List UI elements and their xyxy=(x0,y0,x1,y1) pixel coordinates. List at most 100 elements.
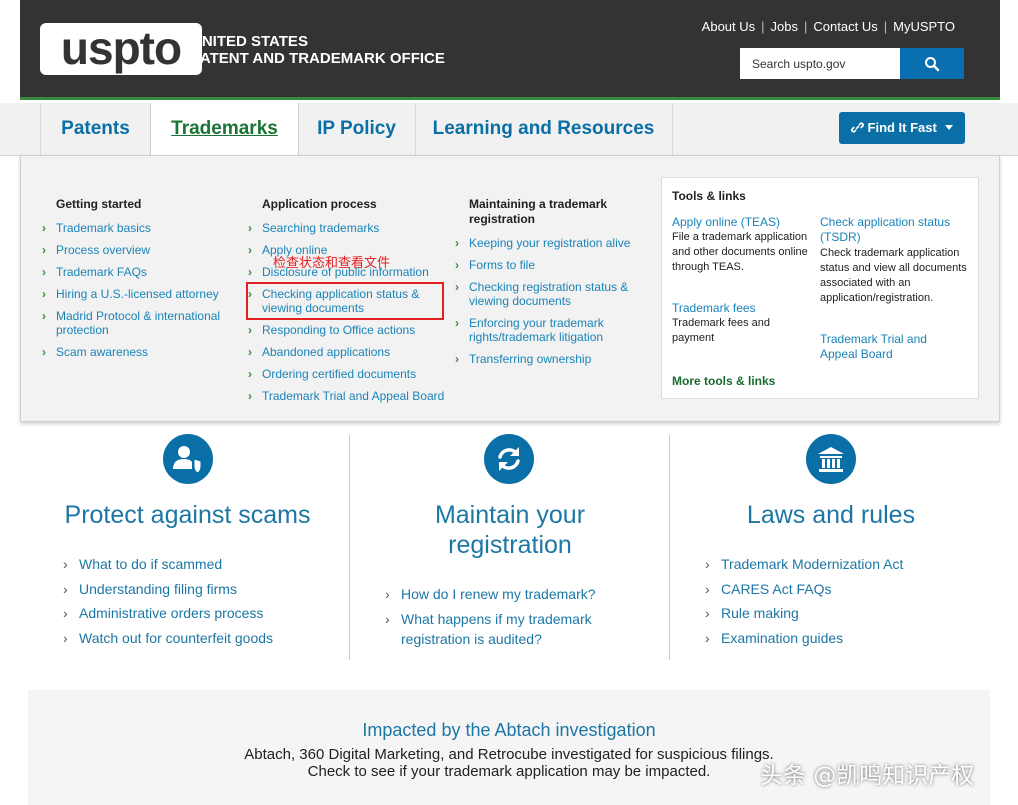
menu-link-checking-registration-status[interactable]: › Checking registration status & viewing … xyxy=(455,280,649,308)
ttab-tool-link[interactable]: Trademark Trial and Appeal Board xyxy=(820,332,950,362)
chevron-right-icon: › xyxy=(248,243,252,257)
trademark-fees-link[interactable]: Trademark fees xyxy=(672,301,756,316)
chevron-right-icon: › xyxy=(248,367,252,381)
trademarks-mega-menu: Getting started › Trademark basics › Proce… xyxy=(20,155,1000,422)
tab-trademarks[interactable]: Trademarks xyxy=(150,103,299,157)
site-header: uspto UNITED STATES PATENT AND TRADEMARK… xyxy=(20,0,1000,100)
chevron-right-icon: › xyxy=(248,345,252,359)
courthouse-icon xyxy=(806,434,856,484)
menu-link-process-overview[interactable]: › Process overview xyxy=(42,243,150,257)
tools-and-links-panel: Tools & links Apply online (TEAS) File a… xyxy=(661,177,979,399)
menu-link-madrid-protocol[interactable]: › Madrid Protocol & international protect… xyxy=(42,309,241,337)
chevron-right-icon: › xyxy=(705,556,710,572)
feature-link[interactable]: › Understanding filing firms xyxy=(63,579,237,599)
feature-link[interactable]: › How do I renew my trademark? xyxy=(385,584,596,604)
tab-ip-policy[interactable]: IP Policy xyxy=(298,103,416,156)
feature-link[interactable]: › Trademark Modernization Act xyxy=(705,554,903,574)
getting-started-heading: Getting started xyxy=(56,197,142,211)
tsdr-link[interactable]: Check application status (TSDR) xyxy=(820,215,970,245)
feature-link[interactable]: › CARES Act FAQs xyxy=(705,579,831,599)
agency-name[interactable]: UNITED STATES PATENT AND TRADEMARK OFFIC… xyxy=(191,33,445,67)
menu-link-keeping-registration[interactable]: › Keeping your registration alive xyxy=(455,236,630,250)
feature-title-maintain[interactable]: Maintain your registration xyxy=(385,500,635,560)
feature-link[interactable]: › What to do if scammed xyxy=(63,554,222,574)
application-process-heading: Application process xyxy=(262,197,377,211)
fees-description: Trademark fees and payment xyxy=(672,317,771,344)
find-it-fast-button[interactable]: Find It Fast xyxy=(839,112,965,144)
menu-link-responding-office-actions[interactable]: › Responding to Office actions xyxy=(248,323,415,337)
user-shield-icon xyxy=(163,434,213,484)
feature-link[interactable]: › Watch out for counterfeit goods xyxy=(63,628,273,648)
agency-line-1: UNITED STATES xyxy=(191,33,308,50)
tab-learning-resources[interactable]: Learning and Resources xyxy=(415,103,673,156)
logo-text: uspto xyxy=(60,22,182,74)
chevron-right-icon: › xyxy=(248,265,252,279)
chevron-right-icon: › xyxy=(248,389,252,403)
menu-link-enforcing-trademark[interactable]: › Enforcing your trademark rights/tradema… xyxy=(455,316,629,344)
teas-description: File a trademark application and other d… xyxy=(672,231,808,273)
chevron-right-icon: › xyxy=(63,605,68,621)
teas-link[interactable]: Apply online (TEAS) xyxy=(672,215,780,230)
chevron-right-icon: › xyxy=(385,611,390,627)
chevron-right-icon: › xyxy=(705,630,710,646)
feature-link[interactable]: › Administrative orders process xyxy=(63,603,263,623)
tsdr-description: Check trademark application status and v… xyxy=(820,247,967,304)
chevron-right-icon: › xyxy=(42,265,46,279)
menu-link-forms-to-file[interactable]: › Forms to file xyxy=(455,258,535,272)
tab-patents[interactable]: Patents xyxy=(40,103,151,156)
search-button[interactable] xyxy=(900,48,964,79)
menu-link-trademark-basics[interactable]: › Trademark basics xyxy=(42,221,151,235)
menu-link-abandoned-applications[interactable]: › Abandoned applications xyxy=(248,345,390,359)
column-divider xyxy=(349,435,350,660)
chevron-right-icon: › xyxy=(705,581,710,597)
menu-link-hiring-attorney[interactable]: › Hiring a U.S.-licensed attorney xyxy=(42,287,219,301)
chevron-right-icon: › xyxy=(42,287,46,301)
tools-heading: Tools & links xyxy=(672,189,746,203)
chevron-right-icon: › xyxy=(42,221,46,235)
watermark: 头条 @凯鸣知识产权 xyxy=(760,763,975,789)
feature-link[interactable]: › Examination guides xyxy=(705,628,843,648)
feature-link[interactable]: › What happens if my trademark registrati… xyxy=(385,609,616,649)
main-navigation: Patents Trademarks IP Policy Learning an… xyxy=(0,103,1018,157)
separator: | xyxy=(761,19,765,34)
about-us-link[interactable]: About Us xyxy=(702,19,755,34)
utility-links: About Us | Jobs | Contact Us | MyUSPTO xyxy=(702,19,955,34)
menu-link-transferring-ownership[interactable]: › Transferring ownership xyxy=(455,352,591,366)
feature-title-laws[interactable]: Laws and rules xyxy=(705,500,957,530)
contact-us-link[interactable]: Contact Us xyxy=(813,19,877,34)
annotation-label: 检查状态和查看文件 xyxy=(273,256,391,271)
more-tools-link[interactable]: More tools & links xyxy=(672,374,775,389)
find-it-fast-label: Find It Fast xyxy=(867,120,937,135)
chevron-right-icon: › xyxy=(42,309,46,323)
feature-title-scams[interactable]: Protect against scams xyxy=(45,500,330,530)
menu-link-trademark-faqs[interactable]: › Trademark FAQs xyxy=(42,265,147,279)
annotation-highlight-box xyxy=(246,282,444,320)
uspto-logo[interactable]: uspto xyxy=(40,23,202,75)
maintaining-heading: Maintaining a trademark registration xyxy=(469,197,608,226)
chevron-right-icon: › xyxy=(248,221,252,235)
chevron-right-icon: › xyxy=(455,352,459,366)
chevron-right-icon: › xyxy=(248,323,252,337)
column-divider xyxy=(669,435,670,660)
myuspto-link[interactable]: MyUSPTO xyxy=(893,19,955,34)
chevron-right-icon: › xyxy=(63,630,68,646)
agency-line-2: PATENT AND TRADEMARK OFFICE xyxy=(191,50,445,67)
feature-link[interactable]: › Rule making xyxy=(705,603,799,623)
menu-link-searching-trademarks[interactable]: › Searching trademarks xyxy=(248,221,379,235)
menu-link-ttab[interactable]: › Trademark Trial and Appeal Board xyxy=(248,389,444,403)
chevron-right-icon: › xyxy=(42,345,46,359)
chevron-right-icon: › xyxy=(385,586,390,602)
refresh-icon xyxy=(484,434,534,484)
banner-title[interactable]: Impacted by the Abtach investigation xyxy=(28,720,990,741)
chevron-right-icon: › xyxy=(455,236,459,250)
chevron-right-icon: › xyxy=(455,280,459,294)
chevron-right-icon: › xyxy=(455,258,459,272)
separator: | xyxy=(804,19,808,34)
jobs-link[interactable]: Jobs xyxy=(771,19,798,34)
menu-link-scam-awareness[interactable]: › Scam awareness xyxy=(42,345,148,359)
menu-link-certified-documents[interactable]: › Ordering certified documents xyxy=(248,367,416,381)
chevron-right-icon: › xyxy=(63,556,68,572)
chevron-right-icon: › xyxy=(63,581,68,597)
chevron-right-icon: › xyxy=(455,316,459,330)
search-input[interactable] xyxy=(740,48,900,79)
